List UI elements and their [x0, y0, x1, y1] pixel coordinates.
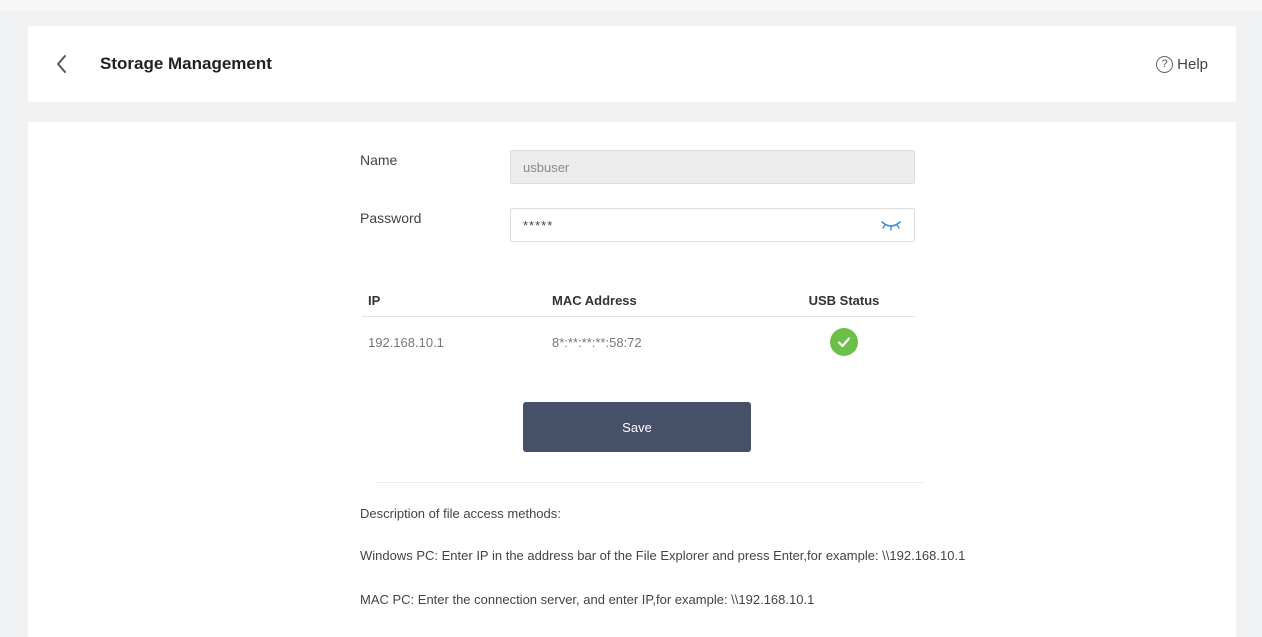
password-value: ***** — [523, 217, 554, 233]
description-title: Description of file access methods: — [360, 506, 561, 521]
name-field[interactable]: usbuser — [510, 150, 915, 184]
storage-panel: Name usbuser Password ***** IP MAC Addre… — [28, 122, 1236, 637]
cell-ip: 192.168.10.1 — [368, 334, 444, 350]
page-header: Storage Management ? Help — [28, 26, 1236, 102]
save-button[interactable]: Save — [523, 402, 751, 452]
name-value: usbuser — [523, 159, 570, 175]
section-divider — [376, 482, 926, 483]
header-usb-status: USB Status — [808, 292, 880, 308]
description-windows: Windows PC: Enter IP in the address bar … — [360, 548, 966, 563]
table-header: IP MAC Address USB Status — [362, 284, 916, 317]
cell-usb-status — [772, 328, 916, 356]
cell-mac: 8*:**:**:**:58:72 — [552, 334, 642, 350]
help-label: Help — [1177, 55, 1208, 73]
header-mac: MAC Address — [552, 292, 637, 308]
name-label: Name — [360, 152, 398, 168]
password-label: Password — [360, 210, 422, 226]
back-button[interactable] — [50, 50, 76, 78]
table-row: 192.168.10.1 8*:**:**:**:58:72 — [362, 317, 916, 367]
device-table: IP MAC Address USB Status 192.168.10.1 8… — [362, 284, 916, 367]
check-circle-icon — [830, 328, 858, 356]
question-circle-icon: ? — [1156, 55, 1174, 73]
description-mac: MAC PC: Enter the connection server, and… — [360, 592, 815, 607]
password-field[interactable]: ***** — [510, 208, 915, 242]
help-button[interactable]: ? Help — [1156, 52, 1208, 76]
window-top-strip — [0, 0, 1262, 10]
eye-closed-icon[interactable] — [880, 219, 902, 231]
chevron-left-icon — [57, 55, 66, 73]
page-title: Storage Management — [100, 54, 272, 73]
header-ip: IP — [368, 292, 381, 308]
